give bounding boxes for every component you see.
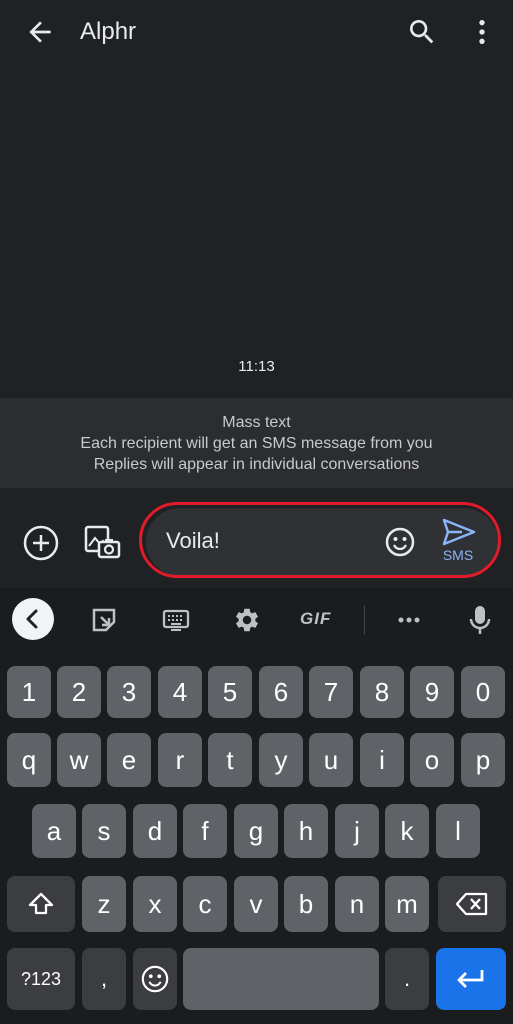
comma-key[interactable]: , <box>82 948 126 1010</box>
backspace-icon <box>455 892 488 916</box>
key-x[interactable]: x <box>133 876 177 932</box>
key-j[interactable]: j <box>335 804 379 858</box>
key-i[interactable]: i <box>360 733 404 787</box>
shift-icon <box>28 892 54 915</box>
conversation-title: Alphr <box>80 18 137 45</box>
key-l[interactable]: l <box>436 804 480 858</box>
space-key[interactable] <box>183 948 379 1010</box>
key-m[interactable]: m <box>385 876 429 932</box>
key-0[interactable]: 0 <box>461 666 505 718</box>
key-y[interactable]: y <box>259 733 303 787</box>
key-g[interactable]: g <box>234 804 278 858</box>
toolbar-divider <box>364 606 365 634</box>
key-c[interactable]: c <box>183 876 227 932</box>
send-mode-label: SMS <box>442 547 474 563</box>
key-u[interactable]: u <box>309 733 353 787</box>
symbols-key[interactable]: ?123 <box>7 948 75 1010</box>
enter-key[interactable] <box>436 948 506 1010</box>
gallery-camera-icon[interactable] <box>82 522 122 562</box>
backspace-key[interactable] <box>438 876 506 932</box>
key-h[interactable]: h <box>284 804 328 858</box>
key-e[interactable]: e <box>107 733 151 787</box>
key-7[interactable]: 7 <box>309 666 353 718</box>
shift-key[interactable] <box>7 876 75 932</box>
key-a[interactable]: a <box>32 804 76 858</box>
key-o[interactable]: o <box>410 733 454 787</box>
key-d[interactable]: d <box>133 804 177 858</box>
sticker-icon[interactable] <box>90 606 118 639</box>
key-6[interactable]: 6 <box>259 666 303 718</box>
period-key[interactable]: . <box>385 948 429 1010</box>
send-sms-button[interactable]: SMS <box>436 517 480 567</box>
collapse-icon[interactable] <box>12 598 54 640</box>
enter-icon <box>457 970 484 988</box>
key-z[interactable]: z <box>82 876 126 932</box>
key-t[interactable]: t <box>208 733 252 787</box>
key-k[interactable]: k <box>385 804 429 858</box>
key-n[interactable]: n <box>335 876 379 932</box>
add-attachment-icon[interactable] <box>22 524 60 562</box>
message-timestamp: 11:13 <box>238 358 275 375</box>
key-b[interactable]: b <box>284 876 328 932</box>
arrow-back-icon[interactable] <box>24 16 56 48</box>
more-horiz-icon[interactable] <box>395 606 423 639</box>
search-icon[interactable] <box>406 16 438 48</box>
notice-line: Replies will appear in individual conver… <box>93 456 420 473</box>
key-3[interactable]: 3 <box>107 666 151 718</box>
keyboard-icon[interactable] <box>162 606 190 639</box>
key-4[interactable]: 4 <box>158 666 202 718</box>
gif-button[interactable]: GIF <box>300 609 331 629</box>
emoji-icon <box>141 965 169 993</box>
settings-icon[interactable] <box>233 606 261 639</box>
key-p[interactable]: p <box>461 733 505 787</box>
emoji-icon[interactable] <box>384 526 416 558</box>
notice-line: Each recipient will get an SMS message f… <box>80 435 433 452</box>
notice-title: Mass text <box>222 414 291 431</box>
key-q[interactable]: q <box>7 733 51 787</box>
key-f[interactable]: f <box>183 804 227 858</box>
key-5[interactable]: 5 <box>208 666 252 718</box>
key-8[interactable]: 8 <box>360 666 404 718</box>
more-vert-icon[interactable] <box>466 16 498 48</box>
message-input[interactable] <box>166 528 366 554</box>
key-r[interactable]: r <box>158 733 202 787</box>
mass-text-notice: Mass text Each recipient will get an SMS… <box>0 398 513 488</box>
key-2[interactable]: 2 <box>57 666 101 718</box>
key-w[interactable]: w <box>57 733 101 787</box>
mic-icon[interactable] <box>466 604 494 641</box>
emoji-key[interactable] <box>133 948 177 1010</box>
send-icon <box>442 518 476 546</box>
key-1[interactable]: 1 <box>7 666 51 718</box>
key-s[interactable]: s <box>82 804 126 858</box>
key-9[interactable]: 9 <box>410 666 454 718</box>
app-bar: Alphr <box>0 0 513 64</box>
key-v[interactable]: v <box>234 876 278 932</box>
